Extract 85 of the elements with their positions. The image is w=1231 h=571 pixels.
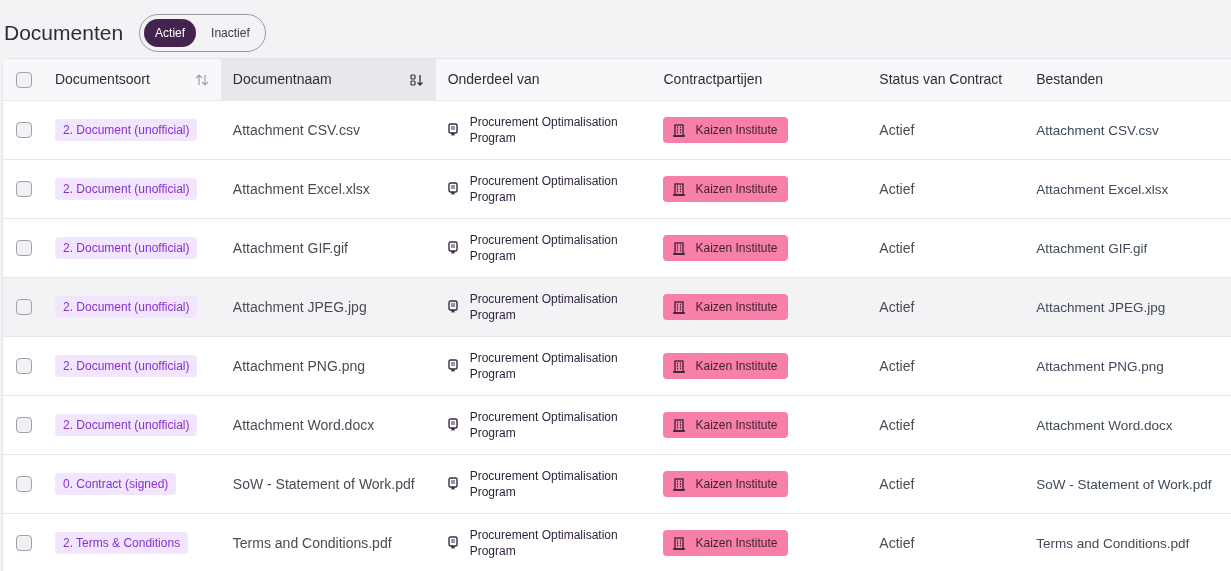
- column-header[interactable]: Status van Contract: [867, 59, 1025, 100]
- document-name: Attachment CSV.csv: [232, 122, 360, 138]
- file-link[interactable]: Attachment Excel.xlsx: [1036, 182, 1169, 197]
- checkbox[interactable]: [16, 122, 32, 138]
- contract-party-tag[interactable]: Kaizen Institute: [663, 235, 788, 261]
- document-name: Attachment Word.docx: [232, 417, 375, 433]
- column-header[interactable]: Bestanden: [1024, 59, 1231, 100]
- document-type-tag: 2. Document (unofficial): [54, 296, 198, 318]
- contract-status: Actief: [879, 417, 915, 433]
- document-type-tag: 2. Terms & Conditions: [54, 532, 189, 554]
- building-icon: [673, 123, 686, 137]
- contract-party-tag[interactable]: Kaizen Institute: [663, 412, 788, 438]
- sort-descending-icon[interactable]: [409, 73, 424, 86]
- sort-icon[interactable]: [194, 73, 209, 86]
- certificate-icon: [447, 536, 458, 550]
- program-name: Procurement Optimalisation Program: [469, 527, 619, 559]
- checkbox[interactable]: [16, 181, 32, 197]
- contract-party-tag[interactable]: Kaizen Institute: [663, 471, 788, 497]
- document-name: Attachment JPEG.jpg: [232, 299, 367, 315]
- building-icon: [673, 182, 686, 196]
- program-name: Procurement Optimalisation Program: [469, 468, 619, 500]
- building-icon: [673, 359, 686, 373]
- certificate-icon: [447, 300, 458, 314]
- page-title: Documenten: [4, 20, 124, 47]
- contract-status: Actief: [879, 240, 915, 256]
- contract-status: Actief: [879, 535, 915, 551]
- file-link[interactable]: SoW - Statement of Work.pdf: [1036, 477, 1212, 492]
- toggle-option[interactable]: Inactief: [200, 19, 261, 47]
- certificate-icon: [447, 418, 458, 432]
- certificate-icon: [447, 477, 458, 491]
- file-link[interactable]: Attachment JPEG.jpg: [1036, 300, 1166, 315]
- checkbox[interactable]: [16, 417, 32, 433]
- building-icon: [673, 418, 686, 432]
- contract-party-tag[interactable]: Kaizen Institute: [663, 117, 788, 143]
- file-link[interactable]: Attachment Word.docx: [1036, 418, 1173, 433]
- checkbox[interactable]: [16, 299, 32, 315]
- certificate-icon: [447, 241, 458, 255]
- table-row[interactable]: 2. Document (unofficial) Attachment JPEG.jpg Procurement Optimalisation Program Kaizen Institute Actief Attachment JPEG.jpg: [3, 278, 1231, 337]
- document-name: Attachment GIF.gif: [232, 240, 348, 256]
- checkbox[interactable]: [16, 358, 32, 374]
- program-name: Procurement Optimalisation Program: [469, 409, 619, 441]
- contract-status: Actief: [879, 122, 915, 138]
- contract-party-tag[interactable]: Kaizen Institute: [663, 294, 788, 320]
- checkbox[interactable]: [16, 71, 32, 88]
- document-name: SoW - Statement of Work.pdf: [232, 476, 415, 492]
- contract-status: Actief: [879, 181, 915, 197]
- document-type-tag: 2. Document (unofficial): [54, 414, 198, 436]
- file-link[interactable]: Attachment CSV.csv: [1036, 123, 1159, 138]
- certificate-icon: [447, 123, 458, 137]
- contract-status: Actief: [879, 358, 915, 374]
- building-icon: [673, 300, 686, 314]
- program-name: Procurement Optimalisation Program: [469, 232, 619, 264]
- contract-status: Actief: [879, 299, 915, 315]
- certificate-icon: [447, 359, 458, 373]
- document-type-tag: 2. Document (unofficial): [54, 119, 198, 141]
- building-icon: [673, 477, 686, 491]
- document-name: Attachment PNG.png: [232, 358, 366, 374]
- program-name: Procurement Optimalisation Program: [469, 350, 619, 382]
- toggle-option[interactable]: Actief: [144, 19, 197, 47]
- column-header[interactable]: Onderdeel van: [435, 59, 652, 100]
- contract-party-tag[interactable]: Kaizen Institute: [663, 353, 788, 379]
- document-type-tag: 2. Document (unofficial): [54, 178, 198, 200]
- file-link[interactable]: Attachment PNG.png: [1036, 359, 1164, 374]
- file-link[interactable]: Terms and Conditions.pdf: [1036, 536, 1190, 551]
- building-icon: [673, 536, 686, 550]
- file-link[interactable]: Attachment GIF.gif: [1036, 241, 1148, 256]
- contract-party-tag[interactable]: Kaizen Institute: [663, 176, 788, 202]
- building-icon: [673, 241, 686, 255]
- checkbox[interactable]: [16, 240, 32, 256]
- checkbox[interactable]: [16, 476, 32, 492]
- certificate-icon: [447, 182, 458, 196]
- program-name: Procurement Optimalisation Program: [469, 291, 619, 323]
- column-header[interactable]: Documentnaam: [220, 59, 436, 100]
- contract-party-tag[interactable]: Kaizen Institute: [663, 530, 788, 556]
- document-name: Attachment Excel.xlsx: [232, 181, 370, 197]
- document-type-tag: 2. Document (unofficial): [54, 237, 198, 259]
- document-type-tag: 0. Contract (signed): [54, 473, 177, 495]
- document-name: Terms and Conditions.pdf: [232, 535, 392, 551]
- program-name: Procurement Optimalisation Program: [469, 114, 619, 146]
- column-header[interactable]: Contractpartijen: [651, 59, 868, 100]
- checkbox[interactable]: [16, 535, 32, 551]
- program-name: Procurement Optimalisation Program: [469, 173, 619, 205]
- contract-status: Actief: [879, 476, 915, 492]
- document-type-tag: 2. Document (unofficial): [54, 355, 198, 377]
- column-header[interactable]: Documentsoort: [42, 59, 221, 100]
